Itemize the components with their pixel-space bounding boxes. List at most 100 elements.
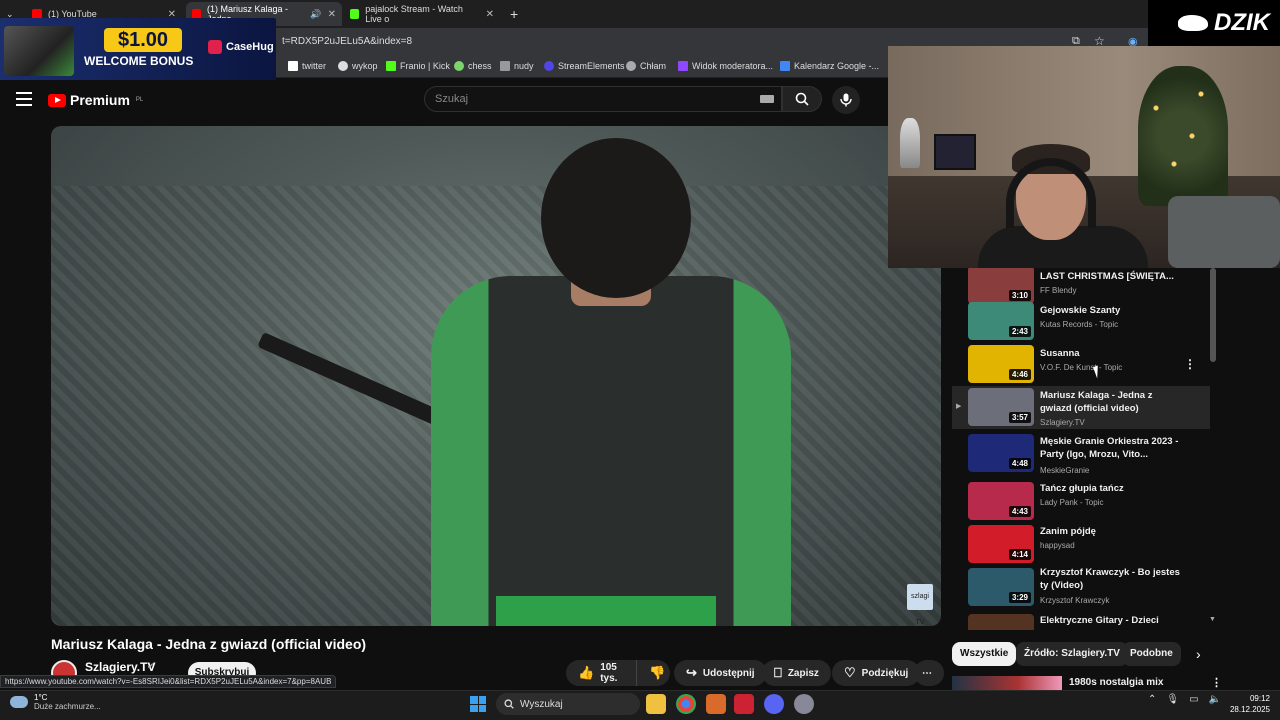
performer-pants-image [496, 596, 716, 626]
tab-kick[interactable]: pajalock Stream - Watch Live o ✕ [344, 2, 500, 26]
hamburger-menu-icon[interactable] [16, 92, 32, 106]
bookmark-item[interactable]: Chłam [626, 61, 666, 71]
playlist-item[interactable]: 4:48 Męskie Granie Orkiestra 2023 - Part… [952, 432, 1210, 475]
streamer-webcam [888, 46, 1280, 268]
time: 09:12 [1249, 694, 1270, 703]
clock[interactable]: 09:12 28.12.2025 [1222, 693, 1270, 715]
bookmark-item[interactable]: Kalendarz Google -... [780, 61, 879, 71]
close-tab-icon[interactable]: ✕ [328, 9, 336, 20]
save-label: Zapisz [787, 667, 819, 679]
video-player[interactable] [51, 126, 941, 626]
thanks-button[interactable]: ♡ Podziękuj [832, 660, 921, 686]
search-input[interactable]: Szukaj [424, 86, 782, 112]
bookmark-item[interactable]: StreamElements [544, 61, 625, 71]
playlist-channel: Krzysztof Krawczyk [1040, 596, 1110, 605]
bookmark-item[interactable]: nudy [500, 61, 534, 71]
playlist-title: Zanim pójdę [1040, 526, 1096, 537]
playlist-item[interactable]: 4:46 Susanna V.O.F. De Kunst - Topic ⋮ [952, 343, 1210, 386]
playlist-item[interactable]: 2:43 Gejowskie Szanty Kutas Records - To… [952, 300, 1210, 343]
close-tab-icon[interactable]: ✕ [486, 9, 494, 20]
tab-label: pajalock Stream - Watch Live o [365, 4, 463, 24]
playlist-thumbnail: 2:43 [968, 302, 1034, 340]
channel-watermark[interactable]: szlagi TV [907, 584, 933, 626]
playlist-thumbnail [968, 614, 1034, 630]
scroll-down-icon[interactable]: ▼ [1209, 616, 1216, 623]
save-button[interactable]: ⎕ Zapisz [762, 660, 831, 686]
chevron-up-icon[interactable]: ⌃ [1148, 694, 1156, 705]
recommended-title[interactable]: 1980s nostalgia mix [1069, 677, 1164, 688]
url-field[interactable]: t=RDX5P2uJELu5A&index=8 [282, 36, 412, 47]
bookmark-item[interactable]: twitter [288, 61, 326, 71]
playlist-scrollbar[interactable] [1210, 268, 1216, 362]
share-button[interactable]: ↪ Udostępnij [674, 660, 767, 686]
search-icon [795, 92, 809, 106]
youtube-premium-logo[interactable]: Premium PL [48, 92, 143, 108]
search-icon [504, 699, 514, 709]
windows-start-icon[interactable] [470, 696, 486, 712]
playlist-title: Elektryczne Gitary - Dzieci [1040, 615, 1159, 626]
taskbar-search-label: Wyszukaj [520, 698, 563, 710]
keyboard-icon[interactable] [760, 95, 774, 103]
playlist-item[interactable]: 3:29 Krzysztof Krawczyk - Bo jestes ty (… [952, 566, 1210, 609]
search-button[interactable] [782, 86, 822, 112]
bookmark-item[interactable]: Widok moderatora... [678, 61, 773, 71]
app-icon[interactable] [706, 694, 726, 714]
thumbs-up-icon: 👍 [578, 665, 595, 680]
like-button[interactable]: 👍 105 tys. [566, 660, 636, 686]
playlist-item[interactable]: 4:43 Tańcz głupia tańcz Lady Pank - Topi… [952, 480, 1210, 523]
more-actions-button[interactable]: ⋯ [914, 660, 944, 686]
playlist-thumbnail: 4:14 [968, 525, 1034, 563]
app-icon[interactable] [734, 694, 754, 714]
chip-similar[interactable]: Podobne [1122, 642, 1181, 666]
chevron-right-icon[interactable]: › [1196, 646, 1201, 662]
heart-dollar-icon: ♡ [844, 665, 856, 680]
voice-search-button[interactable] [832, 86, 860, 114]
chip-source[interactable]: Źródło: Szlagiery.TV [1016, 642, 1128, 666]
performer-hair-image [541, 138, 691, 298]
ad-bonus-text: WELCOME BONUS [84, 54, 194, 68]
more-vertical-icon[interactable]: ⋮ [1184, 357, 1196, 371]
dislike-button[interactable]: 👎 [636, 660, 670, 686]
logo-text: Premium [70, 92, 130, 108]
new-tab-button[interactable]: + [504, 2, 524, 26]
monitor-image [934, 134, 976, 170]
more-vertical-icon[interactable]: ⋮ [1211, 676, 1222, 689]
bookmark-item[interactable]: wykop [338, 61, 378, 71]
youtube-play-icon [48, 93, 66, 107]
speaker-icon[interactable]: 🔊 [310, 9, 321, 20]
weather-widget[interactable]: 1°C Duże zachmurze... [10, 693, 101, 711]
playlist-channel: FF Blendy [1040, 286, 1077, 295]
settings-gear-icon[interactable] [794, 694, 814, 714]
playlist-item[interactable]: Elektryczne Gitary - Dzieci [952, 612, 1210, 630]
dzik-logo: DZIK [1148, 0, 1280, 46]
bookmark-item[interactable]: chess [454, 61, 492, 71]
region-code: PL [135, 97, 144, 103]
thanks-label: Podziękuj [861, 667, 909, 679]
playlist-thumbnail: 4:43 [968, 482, 1034, 520]
channel-name[interactable]: Szlagiery.TV [85, 660, 155, 674]
playlist-channel: happysad [1040, 541, 1075, 550]
playlist-item-current[interactable]: ▶ 3:57 Mariusz Kalaga - Jedna z gwiazd (… [952, 386, 1210, 429]
discord-icon[interactable] [764, 694, 784, 714]
taskbar-search[interactable]: Wyszukaj [496, 693, 640, 715]
playlist-channel: Lady Pank - Topic [1040, 498, 1104, 507]
display-icon[interactable]: ▭ [1189, 694, 1198, 705]
chrome-icon[interactable] [676, 694, 696, 714]
playlist-thumbnail: 4:46 [968, 345, 1034, 383]
like-count: 105 tys. [600, 662, 618, 684]
taskbar [0, 690, 1280, 720]
bookmark-icon: ⎕ [774, 665, 782, 680]
casehug-ad-banner[interactable]: $1.00 WELCOME BONUS CaseHug [0, 18, 276, 88]
microphone-icon [840, 93, 852, 107]
playlist-item[interactable]: 4:14 Zanim pójdę happysad [952, 523, 1210, 566]
bookmark-item[interactable]: Franio | Kick [386, 61, 450, 71]
microphone-icon[interactable]: 🎙 [1166, 694, 1179, 705]
playlist-thumbnail: 4:48 [968, 434, 1034, 472]
sofa-image [1168, 196, 1280, 268]
playlist-channel: Kutas Records - Topic [1040, 320, 1119, 329]
playlist-thumbnail: 3:57 [968, 388, 1034, 426]
file-explorer-icon[interactable] [646, 694, 666, 714]
chip-all[interactable]: Wszystkie [952, 642, 1017, 666]
volume-icon[interactable]: 🔈 [1209, 694, 1221, 705]
temperature: 1°C [34, 693, 48, 702]
